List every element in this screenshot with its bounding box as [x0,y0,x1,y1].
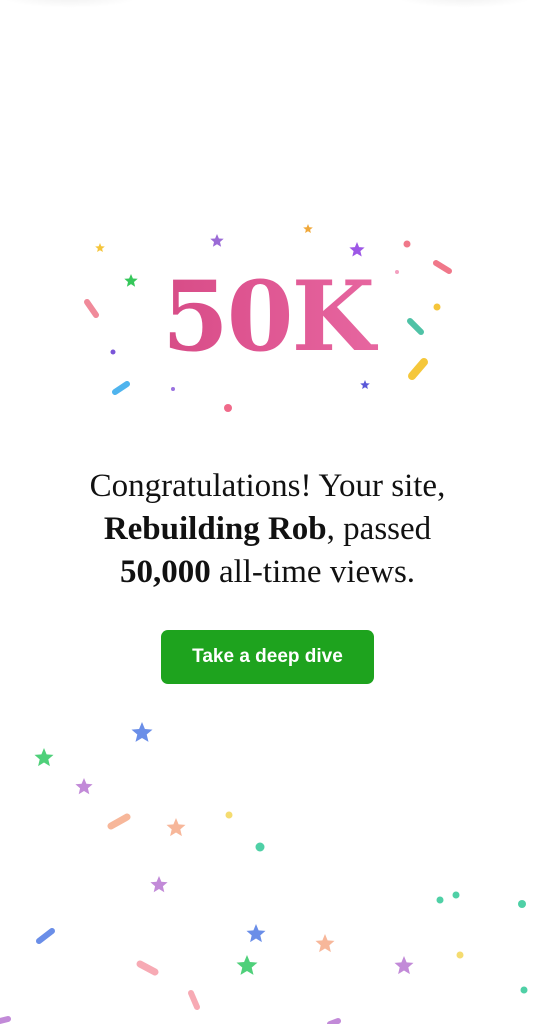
confetti-star [360,380,370,389]
confetti-star [246,924,266,943]
congratulations-message: Congratulations! Your site, Rebuilding R… [0,465,535,594]
site-name: Rebuilding Rob [103,511,327,547]
confetti-star [150,876,168,893]
confetti-star [394,956,414,975]
confetti-streamer [0,1016,11,1024]
deep-dive-button[interactable]: Take a deep dive [161,630,374,684]
message-text-1: Congratulations! Your site, [89,468,446,504]
confetti-dot [436,896,444,904]
confetti-dot [225,811,233,819]
message-line-1: Congratulations! Your site, [0,465,535,508]
confetti-star [131,722,153,742]
confetti-star [210,234,224,247]
confetti-star [75,778,93,795]
confetti-star [236,955,258,975]
milestone-badge: 50K [0,262,535,372]
confetti-streamer [107,813,131,830]
confetti-dot [456,951,464,959]
message-line-3: 50,000 all-time views. [0,551,535,594]
confetti-star [315,934,335,953]
confetti-streamer [136,960,159,976]
confetti-dot [171,387,175,391]
views-count: 50,000 [119,554,211,590]
confetti-dot [403,240,411,248]
message-text-2: , passed [326,511,432,547]
confetti-streamer [112,381,130,395]
confetti-streamer [36,928,55,944]
message-line-2: Rebuilding Rob, passed [0,508,535,551]
confetti-streamer [188,990,200,1010]
confetti-star [349,242,365,257]
confetti-dot [452,891,460,899]
confetti-star [95,243,105,252]
confetti-star [303,224,313,233]
confetti-dot [224,404,232,412]
confetti-dot [255,842,265,852]
confetti-dot [520,986,528,994]
confetti-star [34,748,54,767]
confetti-dot [518,900,526,908]
message-text-3: all-time views. [210,554,416,590]
confetti-star [166,818,186,837]
